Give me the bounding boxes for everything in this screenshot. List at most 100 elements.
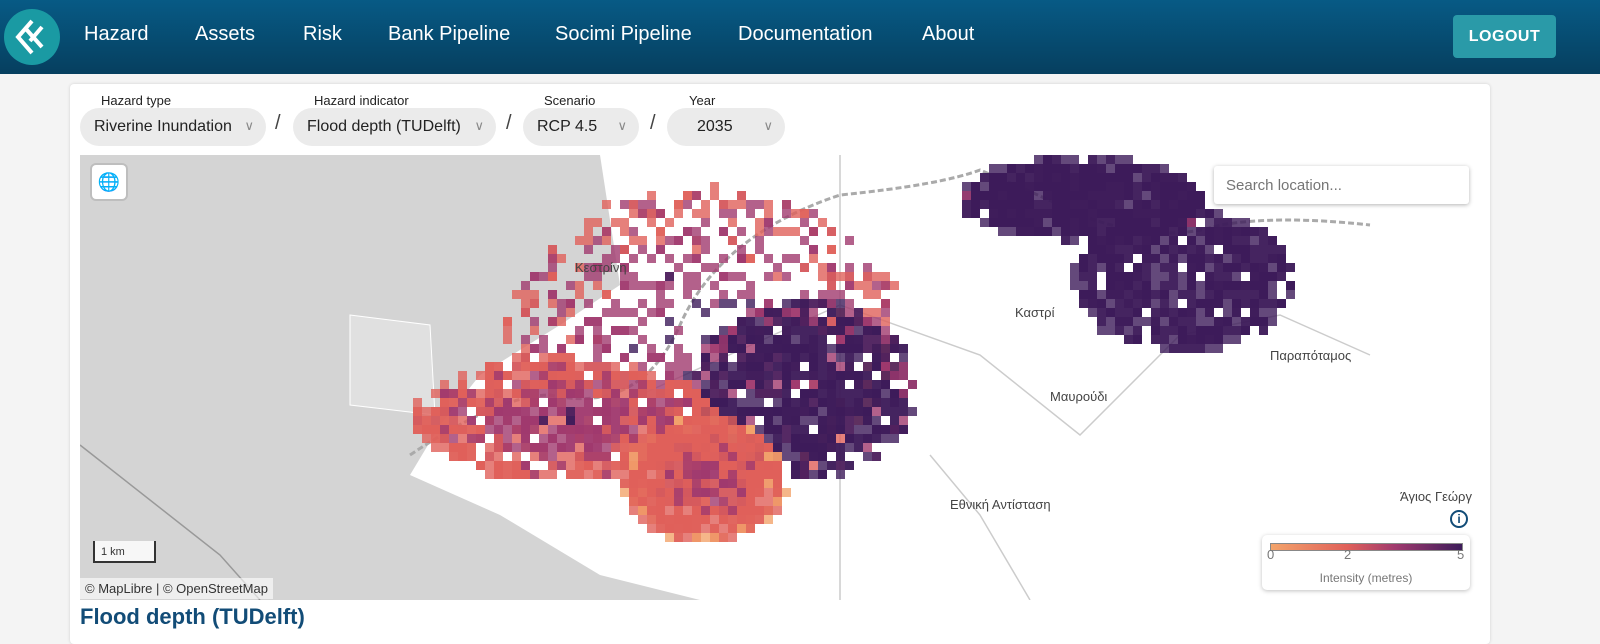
flood-cell	[746, 200, 755, 209]
flood-cell	[692, 281, 701, 290]
flood-cell	[584, 245, 593, 254]
flood-cell	[584, 236, 593, 245]
flood-cell	[809, 443, 818, 452]
flood-cell	[764, 443, 773, 452]
hazard-indicator-select[interactable]: Flood depth (TUDelft) ∨	[293, 108, 496, 146]
flood-cell	[665, 317, 674, 326]
nav-assets[interactable]: Assets	[195, 23, 255, 46]
flood-cell	[1268, 281, 1277, 290]
flood-cell	[827, 281, 836, 290]
search-location-input[interactable]	[1214, 166, 1469, 204]
flood-cell	[764, 308, 773, 317]
flood-cell	[782, 452, 791, 461]
flood-cell	[863, 281, 872, 290]
flood-cell	[512, 398, 521, 407]
flood-cell	[1133, 191, 1142, 200]
flood-cell	[503, 434, 512, 443]
flood-cell	[620, 308, 629, 317]
nav-about[interactable]: About	[922, 23, 974, 46]
year-select[interactable]: 2035 ∨	[667, 108, 785, 146]
flood-cell	[755, 470, 764, 479]
flood-cell	[782, 443, 791, 452]
flood-cell	[782, 272, 791, 281]
nav-risk[interactable]: Risk	[303, 23, 342, 46]
flood-cell	[620, 380, 629, 389]
flood-cell	[485, 380, 494, 389]
place-label: Άγιος Γεώργ	[1400, 489, 1472, 504]
flood-cell	[1079, 299, 1088, 308]
flood-cell	[665, 407, 674, 416]
flood-cell	[674, 488, 683, 497]
flood-cell	[710, 443, 719, 452]
flood-cell	[665, 506, 674, 515]
flood-cell	[1178, 335, 1187, 344]
flood-cell	[665, 470, 674, 479]
attribution[interactable]: © MapLibre | © OpenStreetMap	[80, 578, 273, 599]
flood-cell	[701, 425, 710, 434]
flood-cell	[1079, 200, 1088, 209]
flood-cell	[548, 452, 557, 461]
flood-cell	[1268, 263, 1277, 272]
flood-cell	[755, 389, 764, 398]
flood-cell	[872, 425, 881, 434]
flood-cell	[1061, 191, 1070, 200]
flood-cell	[782, 434, 791, 443]
map[interactable]: Κεστρίνη Καστρί Παραπόταμος Μαυρούδι Εθν…	[80, 155, 1480, 600]
flood-cell	[575, 389, 584, 398]
flood-cell	[521, 299, 530, 308]
flood-cell	[692, 524, 701, 533]
flood-cell	[629, 425, 638, 434]
flood-cell	[1223, 290, 1232, 299]
flood-cell	[1151, 191, 1160, 200]
flood-cell	[539, 434, 548, 443]
nav-hazard[interactable]: Hazard	[84, 23, 148, 46]
scenario-select[interactable]: RCP 4.5 ∨	[523, 108, 639, 146]
flood-cell	[719, 515, 728, 524]
flood-cell	[575, 443, 584, 452]
flood-cell	[1241, 245, 1250, 254]
flood-cell	[1151, 281, 1160, 290]
logo[interactable]	[4, 9, 60, 65]
flood-cell	[755, 326, 764, 335]
flood-cell	[764, 425, 773, 434]
flood-cell	[755, 434, 764, 443]
flood-cell	[728, 272, 737, 281]
flood-cell	[998, 164, 1007, 173]
logout-button[interactable]: LOGOUT	[1453, 15, 1556, 58]
globe-button[interactable]: 🌐	[92, 165, 126, 199]
flood-cell	[845, 389, 854, 398]
flood-cell	[620, 416, 629, 425]
flood-cell	[836, 443, 845, 452]
flood-cell	[764, 353, 773, 362]
flood-cell	[1205, 245, 1214, 254]
flood-cell	[1187, 263, 1196, 272]
flood-cell	[647, 479, 656, 488]
flood-cell	[1061, 155, 1070, 164]
flood-cell	[557, 344, 566, 353]
nav-documentation[interactable]: Documentation	[738, 23, 873, 46]
nav-socimi-pipeline[interactable]: Socimi Pipeline	[555, 23, 692, 46]
flood-cell	[773, 470, 782, 479]
flood-cell	[1079, 218, 1088, 227]
hazard-type-select[interactable]: Riverine Inundation ∨	[80, 108, 266, 146]
flood-cell	[755, 479, 764, 488]
flood-cell	[989, 164, 998, 173]
flood-cell	[512, 362, 521, 371]
flood-cell	[773, 371, 782, 380]
flood-cell	[1142, 317, 1151, 326]
flood-cell	[899, 416, 908, 425]
flood-cell	[1214, 227, 1223, 236]
flood-cell	[1268, 308, 1277, 317]
nav-bank-pipeline[interactable]: Bank Pipeline	[388, 23, 510, 46]
flood-cell	[800, 263, 809, 272]
info-icon[interactable]: i	[1450, 510, 1468, 528]
flood-cell	[1178, 308, 1187, 317]
flood-cell	[683, 497, 692, 506]
flood-cell	[746, 425, 755, 434]
flood-cell	[566, 380, 575, 389]
flood-cell	[773, 407, 782, 416]
flood-cell	[827, 389, 836, 398]
flood-cell	[1115, 209, 1124, 218]
flood-cell	[755, 407, 764, 416]
flood-cell	[728, 425, 737, 434]
